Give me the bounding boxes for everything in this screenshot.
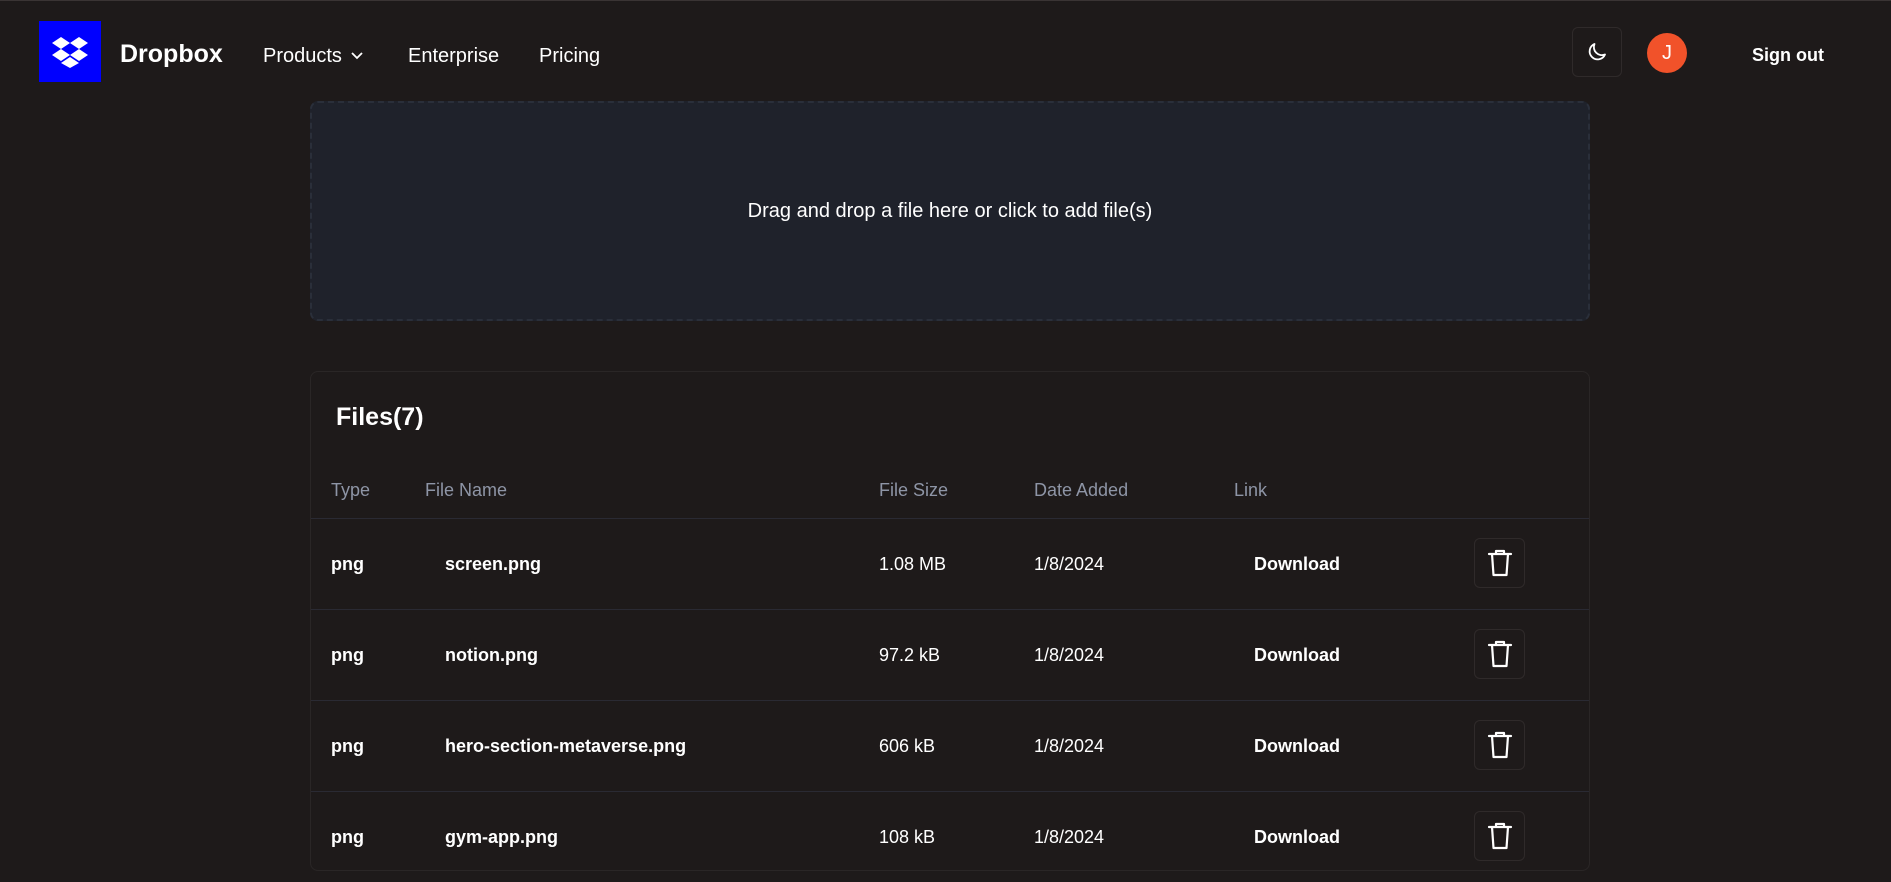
file-type: png — [331, 736, 364, 756]
chevron-down-icon — [351, 52, 363, 60]
dropbox-logo-icon — [52, 36, 88, 68]
nav-products-label: Products — [263, 45, 342, 67]
file-type: png — [331, 554, 364, 574]
file-date: 1/8/2024 — [1034, 645, 1105, 665]
sign-out-button[interactable]: Sign out — [1752, 43, 1824, 67]
file-date: 1/8/2024 — [1034, 827, 1105, 847]
file-size: 606 kB — [879, 736, 936, 756]
files-table-card: Files(7) Type File Name File Size Date A… — [310, 371, 1590, 871]
table-row: png gym-app.png 108 kB 1/8/2024 Download — [311, 791, 1589, 882]
delete-button[interactable] — [1474, 538, 1525, 588]
files-title: Files(7) — [336, 403, 424, 431]
trash-icon — [1487, 549, 1512, 577]
nav-products[interactable]: Products — [263, 43, 364, 69]
file-name[interactable]: notion.png — [445, 644, 538, 666]
moon-icon — [1588, 43, 1606, 61]
column-header-link[interactable]: Link — [1234, 479, 1267, 501]
file-size: 108 kB — [879, 827, 936, 847]
file-date: 1/8/2024 — [1034, 554, 1105, 574]
theme-toggle-button[interactable] — [1572, 27, 1622, 77]
column-header-file-name[interactable]: File Name — [425, 479, 507, 501]
column-header-file-size[interactable]: File Size — [879, 479, 948, 501]
file-name[interactable]: hero-section-metaverse.png — [445, 735, 686, 757]
dropbox-logo[interactable] — [39, 21, 101, 82]
file-date: 1/8/2024 — [1034, 736, 1105, 756]
top-navbar: Dropbox Products Enterprise Pricing J Si… — [0, 1, 1891, 99]
delete-button[interactable] — [1474, 629, 1525, 679]
file-name[interactable]: screen.png — [445, 553, 541, 575]
file-type: png — [331, 645, 364, 665]
file-type: png — [331, 827, 364, 847]
avatar[interactable]: J — [1647, 33, 1687, 73]
download-link[interactable]: Download — [1254, 644, 1340, 666]
nav-pricing[interactable]: Pricing — [539, 43, 600, 69]
table-row: png notion.png 97.2 kB 1/8/2024 Download — [311, 609, 1589, 700]
file-name[interactable]: gym-app.png — [445, 826, 558, 848]
delete-button[interactable] — [1474, 811, 1525, 861]
file-size: 1.08 MB — [879, 554, 947, 574]
download-link[interactable]: Download — [1254, 553, 1340, 575]
column-header-type[interactable]: Type — [331, 479, 370, 501]
table-row: png screen.png 1.08 MB 1/8/2024 Download — [311, 518, 1589, 609]
dropzone-text: Drag and drop a file here or click to ad… — [747, 199, 1153, 222]
download-link[interactable]: Download — [1254, 735, 1340, 757]
download-link[interactable]: Download — [1254, 826, 1340, 848]
trash-icon — [1487, 640, 1512, 668]
trash-icon — [1487, 731, 1512, 759]
trash-icon — [1487, 822, 1512, 850]
file-size: 97.2 kB — [879, 645, 941, 665]
nav-enterprise[interactable]: Enterprise — [408, 43, 499, 69]
column-header-date-added[interactable]: Date Added — [1034, 479, 1128, 501]
table-row: png hero-section-metaverse.png 606 kB 1/… — [311, 700, 1589, 791]
file-dropzone[interactable]: Drag and drop a file here or click to ad… — [310, 101, 1590, 321]
delete-button[interactable] — [1474, 720, 1525, 770]
brand-name[interactable]: Dropbox — [120, 39, 223, 69]
